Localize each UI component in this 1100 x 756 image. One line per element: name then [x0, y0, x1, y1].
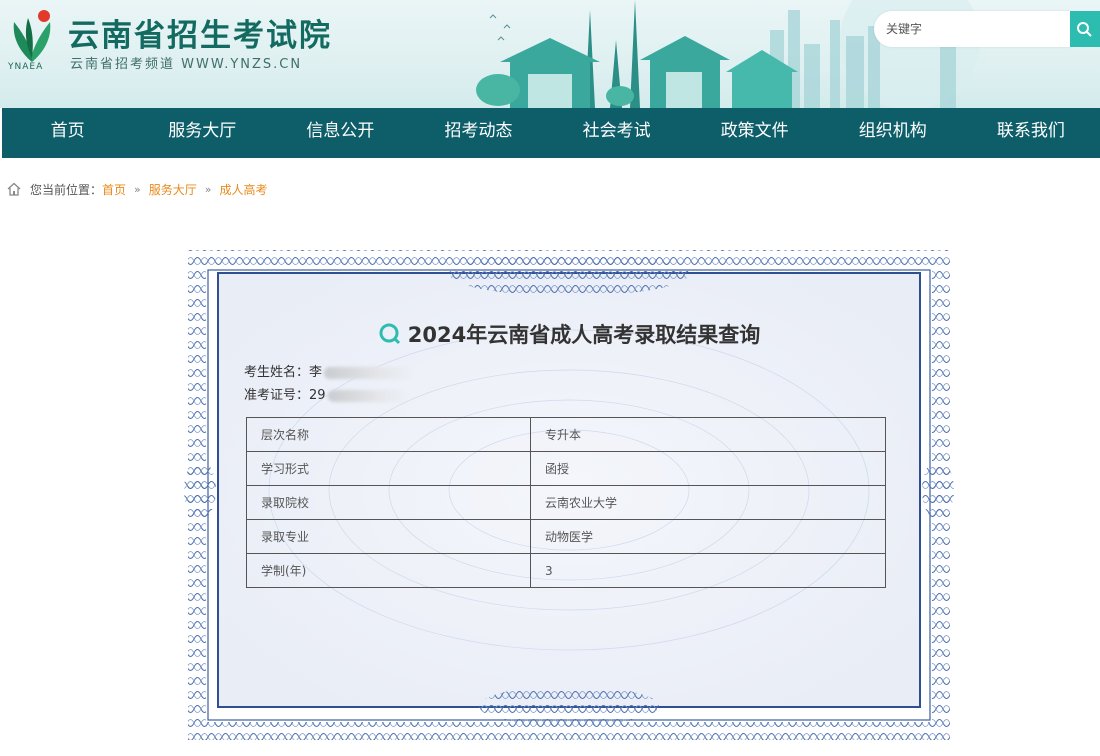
row-key: 层次名称 — [246, 417, 531, 452]
nav-item-policy-docs[interactable]: 政策文件 — [686, 108, 824, 158]
result-title-row: 2024年云南省成人高考录取结果查询 — [218, 319, 920, 349]
candidate-id-label: 准考证号： — [244, 388, 310, 403]
candidate-name-row: 考生姓名：李 — [244, 361, 415, 380]
candidate-id-value: 29 — [309, 388, 326, 403]
redaction-blur — [324, 366, 415, 379]
breadcrumb: 您当前位置： 首页 » 服务大厅 » 成人高考 — [6, 180, 268, 198]
row-key: 录取专业 — [246, 519, 531, 554]
ynaea-logo-icon[interactable] — [6, 8, 58, 70]
breadcrumb-item-service-hall[interactable]: 服务大厅 — [149, 181, 197, 198]
query-icon — [379, 323, 400, 345]
home-icon — [7, 182, 21, 196]
result-content: 2024年云南省成人高考录取结果查询 考生姓名：李 准考证号：29 层次名称 专… — [218, 273, 920, 707]
breadcrumb-separator: » — [134, 182, 141, 196]
breadcrumb-item-adult-exam[interactable]: 成人高考 — [220, 181, 268, 198]
candidate-id-row: 准考证号：29 — [244, 384, 408, 403]
row-key: 学制(年) — [246, 553, 531, 588]
nav-item-contact[interactable]: 联系我们 — [962, 108, 1100, 158]
row-value: 函授 — [530, 451, 886, 486]
result-certificate: 2024年云南省成人高考录取结果查询 考生姓名：李 准考证号：29 层次名称 专… — [180, 240, 958, 748]
table-row: 学习形式 函授 — [246, 451, 886, 486]
row-value: 3 — [530, 553, 886, 588]
main-nav: 首页 服务大厅 信息公开 招考动态 社会考试 政策文件 组织机构 联系我们 — [2, 108, 1100, 158]
nav-item-social-exams[interactable]: 社会考试 — [548, 108, 686, 158]
search-button[interactable] — [1070, 11, 1100, 47]
table-row: 学制(年) 3 — [246, 553, 886, 588]
row-value: 专升本 — [530, 417, 886, 452]
table-row: 层次名称 专升本 — [246, 417, 886, 452]
breadcrumb-separator: » — [204, 182, 212, 196]
nav-item-home[interactable]: 首页 — [2, 108, 133, 158]
nav-item-exam-news[interactable]: 招考动态 — [409, 108, 547, 158]
site-title[interactable]: 云南省招生考试院 — [68, 10, 332, 55]
nav-item-service-hall[interactable]: 服务大厅 — [133, 108, 271, 158]
row-value: 云南农业大学 — [530, 485, 886, 520]
row-key: 录取院校 — [246, 485, 531, 520]
breadcrumb-item-home[interactable]: 首页 — [102, 181, 126, 198]
row-key: 学习形式 — [246, 451, 531, 486]
search-icon — [1077, 22, 1092, 37]
breadcrumb-prefix: 您当前位置： — [30, 182, 103, 197]
nav-item-info-disclosure[interactable]: 信息公开 — [271, 108, 409, 158]
site-subtitle: 云南省招考频道 WWW.YNZS.CN — [70, 57, 303, 72]
site-header: YNAEA 云南省招生考试院 云南省招考频道 WWW.YNZS.CN — [0, 0, 1100, 108]
candidate-name-label: 考生姓名： — [244, 365, 310, 380]
logo-abbr: YNAEA — [8, 62, 44, 72]
row-value: 动物医学 — [530, 519, 886, 554]
candidate-name-value: 李 — [309, 365, 323, 380]
table-row: 录取院校 云南农业大学 — [246, 485, 886, 520]
search-box — [874, 11, 1070, 47]
search-input[interactable] — [886, 11, 1066, 47]
table-row: 录取专业 动物医学 — [246, 519, 886, 554]
redaction-blur — [327, 389, 408, 402]
result-title: 2024年云南省成人高考录取结果查询 — [407, 323, 761, 347]
result-table: 层次名称 专升本 学习形式 函授 录取院校 云南农业大学 录取专业 动物医学 学… — [246, 417, 886, 588]
nav-item-organization[interactable]: 组织机构 — [824, 108, 962, 158]
